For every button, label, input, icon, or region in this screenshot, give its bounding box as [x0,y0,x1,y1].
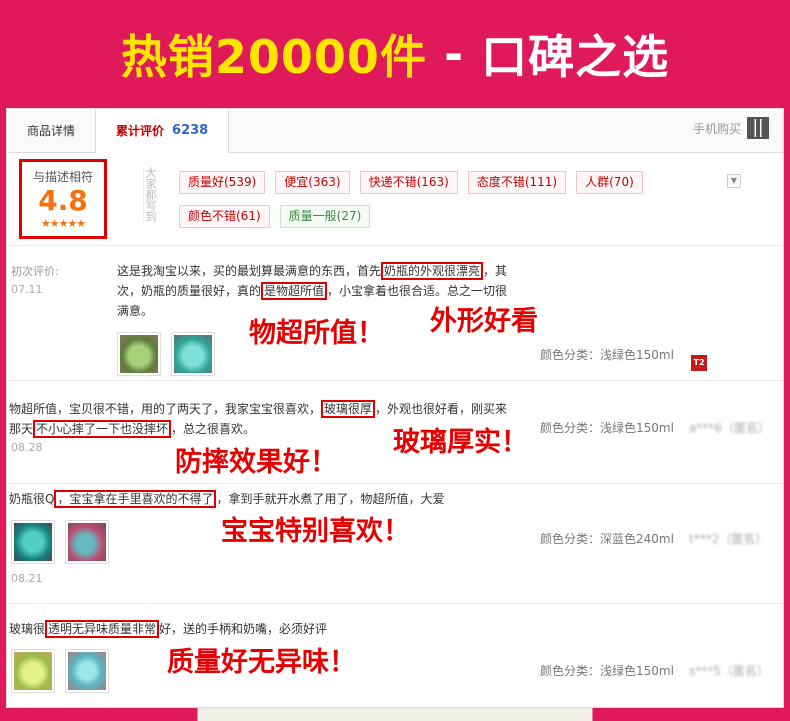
tag-good-color[interactable]: 颜色不错(61) [179,205,270,228]
review-photo[interactable] [117,332,161,376]
review-thumbnails [11,649,109,693]
banner-title: 热销20000件 - 口碑之选 [121,21,669,87]
review-item: 玻璃很 透明无异味质量非常 好，送的手柄和奶嘴，必须好评 颜色分类：浅绿色150ml… [7,604,783,708]
score-label: 与描述相符 [32,170,93,184]
tab-bar: 商品详情 累计评价 6238 手机购买 [7,109,783,153]
review-type: 初次评价: [11,265,59,278]
review-photo[interactable] [11,520,55,564]
overlay-caption: 外形好看 [430,306,538,337]
tab-reviews-count: 6238 [172,123,209,138]
tab-product-details[interactable]: 商品详情 [7,109,97,152]
review-username: s***5（匿名） [689,664,769,678]
chevron-down-icon[interactable]: ▼ [727,174,741,188]
tab-reviews-label: 累计评价 [116,124,165,138]
tab-reviews[interactable]: 累计评价 6238 [96,109,230,153]
review-username: t***2（匿名） [689,532,768,546]
score-value: 4.8 [38,184,88,217]
tag-crowd[interactable]: 人群(70) [576,171,643,194]
review-panel: 商品详情 累计评价 6238 手机购买 与描述相符 4.8 ★★★★★ 大家都写… [6,108,784,708]
overlay-caption: 宝宝特别喜欢！ [221,516,410,547]
tab-product-details-label: 商品详情 [27,124,76,138]
review-text: 奶瓶很Q ，宝宝拿在手里喜欢的不得了 ，拿到手就开水煮了用了，物超所值，大爱 [9,489,529,509]
tag-fast-delivery[interactable]: 快递不错(163) [359,171,458,194]
review-spec: 颜色分类：浅绿色150ml [540,348,674,362]
review-photo[interactable] [65,649,109,693]
rating-summary: 与描述相符 4.8 ★★★★★ 大家都写到 质量好(539) 便宜(363) 快… [7,153,783,246]
overlay-caption: 玻璃厚实！ [393,427,528,458]
banner-title-sep: - [426,27,482,81]
tag-good-attitude[interactable]: 态度不错(111) [467,171,567,194]
review-highlight: 不小心摔了一下也没摔坏 [33,420,172,438]
review-photo[interactable] [11,649,55,693]
tag-quality-average[interactable]: 质量一般(27) [279,205,371,228]
review-spec: 颜色分类：浅绿色150ml [540,421,674,435]
review-item: 初次评价: 07.11 这是我淘宝以来，买的最划算最满意的东西，首先 奶瓶的外观很… [7,248,783,381]
review-item: 物超所值，宝贝很不错，用的了两天了，我家宝宝很喜欢， 玻璃很厚 ，外观也很好看，刚买… [7,381,783,484]
review-text: 玻璃很 透明无异味质量非常 好，送的手柄和奶嘴，必须好评 [9,619,529,639]
review-date: 08.28 [11,441,43,454]
bottom-strip [0,708,790,721]
review-username: a***6（匿名） [689,421,770,435]
review-item: 奶瓶很Q ，宝宝拿在手里喜欢的不得了 ，拿到手就开水煮了用了，物超所值，大爱 08.… [7,484,783,604]
overlay-caption: 物超所值！ [249,318,384,349]
promo-banner: 热销20000件 - 口碑之选 [0,0,790,108]
review-text-part: ，拿到手就开水煮了用了，物超所值，大爱 [216,492,445,506]
review-thumbnails [117,332,215,376]
mobile-buy-label: 手机购买 [692,121,741,136]
score-box: 与描述相符 4.8 ★★★★★ [19,159,107,239]
review-highlight: 玻璃很厚 [321,400,376,418]
review-spec: 颜色分类：浅绿色150ml [540,664,674,678]
side-label: 大家都写到 [143,167,157,222]
review-date: 08.21 [11,572,43,585]
review-text-part: 奶瓶很Q [9,492,55,506]
review-highlight: 是物超所值 [261,282,328,300]
overlay-caption: 质量好无异味！ [167,647,356,678]
review-thumbnails [11,520,109,564]
review-highlight: ，宝宝拿在手里喜欢的不得了 [54,490,217,508]
banner-title-part1: 热销20000件 [120,30,427,84]
review-highlight: 透明无异味质量非常 [45,620,160,638]
review-text-part: 这是我淘宝以来，买的最划算最满意的东西，首先 [117,264,382,278]
banner-title-part2: 口碑之选 [481,30,670,84]
review-text-part: 物超所值，宝贝很不错，用的了两天了，我家宝宝很喜欢， [9,402,322,416]
score-stars-icon: ★★★★★ [40,217,86,230]
review-spec: 颜色分类：深蓝色240ml [540,532,674,546]
review-photo[interactable] [171,332,215,376]
tag-quality-good[interactable]: 质量好(539) [179,171,266,194]
tag-cheap[interactable]: 便宜(363) [275,171,350,194]
review-highlight: 奶瓶的外观很漂亮 [381,262,484,280]
tag-list: 质量好(539) 便宜(363) 快递不错(163) 态度不错(111) 人群(… [179,171,719,228]
overlay-caption: 防摔效果好！ [175,447,337,478]
review-photo[interactable] [65,520,109,564]
mobile-buy-link[interactable]: 手机购买 [693,117,769,139]
review-date: 07.11 [11,283,43,296]
review-text-part: ，总之很喜欢。 [171,422,256,436]
review-text-part: 好，送的手柄和奶嘴，必须好评 [159,622,328,636]
qr-code-icon[interactable] [747,117,769,139]
review-text-part: 玻璃很 [9,622,46,636]
user-level-badge-icon: T2 [691,355,707,371]
